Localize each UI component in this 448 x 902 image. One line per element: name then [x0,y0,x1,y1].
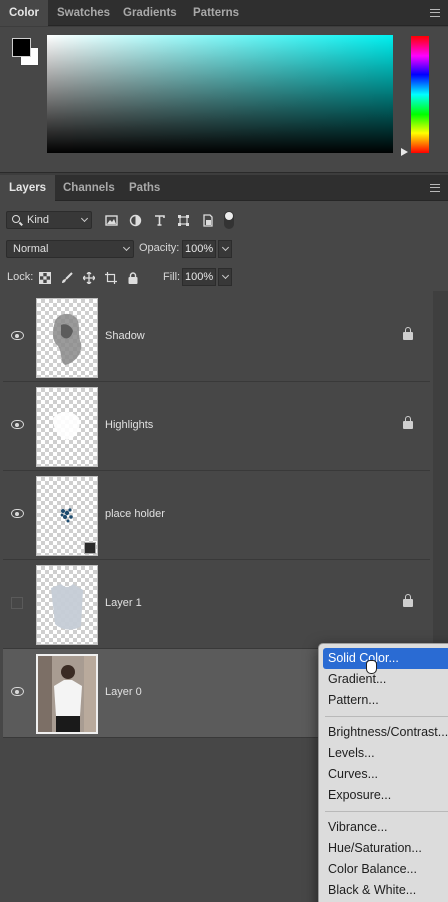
tab-paths[interactable]: Paths [120,175,169,201]
layer-thumbnail [36,387,98,467]
tab-layers[interactable]: Layers [0,175,56,201]
filter-kind-label: Kind [27,214,50,226]
adjustment-layer-filter-icon[interactable] [129,214,142,227]
layer-thumbnail [36,476,98,556]
color-spectrum-field[interactable] [47,35,393,153]
chevron-down-icon [80,214,89,223]
smart-object-badge-icon [84,542,96,554]
menu-separator [325,811,448,812]
layers-panel-tabbar: Layers Channels Paths [0,175,448,201]
chevron-down-icon [122,243,131,252]
new-adjustment-layer-menu: Solid Color... Gradient... Pattern... Br… [318,643,448,902]
tab-channels[interactable]: Channels [54,175,124,201]
fill-label: Fill: [163,271,181,283]
menu-item-black-white[interactable]: Black & White... [319,880,448,901]
hue-pointer-icon[interactable] [401,148,408,156]
visibility-eye-icon[interactable] [11,331,24,340]
layer-name[interactable]: Layer 0 [105,686,142,698]
tshirt-thumbnail [51,584,83,630]
menu-item-brightness-contrast[interactable]: Brightness/Contrast... [319,722,448,743]
tab-patterns[interactable]: Patterns [184,0,248,26]
layer-name[interactable]: place holder [105,508,165,520]
tab-gradients[interactable]: Gradients [114,0,186,26]
panel-menu-icon[interactable] [430,184,440,192]
lock-label: Lock: [7,271,34,283]
layer-name[interactable]: Highlights [105,419,153,431]
opacity-dropdown-button[interactable] [218,240,232,258]
fill-dropdown-button[interactable] [218,268,232,286]
shadow-figure-thumbnail [53,313,82,365]
menu-separator [325,716,448,717]
layer-row-shadow[interactable]: Shadow [3,293,430,382]
blend-mode-value: Normal [13,243,49,255]
opacity-input[interactable]: 100% [182,240,216,258]
panel-menu-icon[interactable] [430,9,440,17]
lock-position-move-icon[interactable] [83,272,95,284]
chevron-down-icon [221,271,230,280]
lock-transparent-pixels-icon[interactable] [39,272,51,284]
visibility-hidden-box[interactable] [11,597,23,609]
menu-item-gradient[interactable]: Gradient... [319,669,448,690]
pixel-layer-filter-icon[interactable] [105,214,118,227]
layer-thumbnail [36,298,98,378]
visibility-eye-icon[interactable] [11,687,24,696]
chevron-down-icon [221,243,230,252]
type-layer-filter-icon[interactable] [153,214,166,227]
highlights-figure-thumbnail [53,412,80,440]
menu-item-hue-saturation[interactable]: Hue/Saturation... [319,838,448,859]
tab-color[interactable]: Color [0,0,49,26]
photo-thumbnail [38,656,96,732]
menu-item-levels[interactable]: Levels... [319,743,448,764]
layer-row-layer-1[interactable]: Layer 1 [3,560,430,649]
layer-lock-icon [403,594,413,607]
visibility-eye-icon[interactable] [11,420,24,429]
layer-thumbnail [36,654,98,734]
blend-mode-select[interactable]: Normal [6,240,134,258]
search-icon [12,215,20,223]
smart-object-filter-icon[interactable] [201,214,214,227]
layer-filter-kind-select[interactable]: Kind [6,211,92,229]
tab-swatches[interactable]: Swatches [48,0,119,26]
lock-all-icon[interactable] [127,272,139,284]
foreground-color-swatch[interactable] [12,38,31,57]
layer-lock-icon [403,416,413,429]
menu-item-color-balance[interactable]: Color Balance... [319,859,448,880]
hand-pointer-cursor-icon [366,660,377,674]
color-panel [0,27,448,173]
menu-item-curves[interactable]: Curves... [319,764,448,785]
menu-item-vibrance[interactable]: Vibrance... [319,817,448,838]
menu-item-exposure[interactable]: Exposure... [319,785,448,806]
color-panel-tabbar: Color Swatches Gradients Patterns [0,0,448,26]
opacity-label: Opacity: [139,242,180,254]
filter-toggle-icon[interactable] [223,210,235,230]
layer-row-place-holder[interactable]: place holder [3,471,430,560]
menu-item-solid-color[interactable]: Solid Color... [323,648,448,669]
visibility-eye-icon[interactable] [11,509,24,518]
menu-item-pattern[interactable]: Pattern... [319,690,448,711]
lock-artboard-icon[interactable] [105,272,117,284]
layer-row-highlights[interactable]: Highlights [3,382,430,471]
layer-lock-icon [403,327,413,340]
fill-input[interactable]: 100% [182,268,216,286]
layer-name[interactable]: Shadow [105,330,145,342]
shape-layer-filter-icon[interactable] [177,214,190,227]
hue-slider[interactable] [411,36,429,153]
lock-image-pixels-brush-icon[interactable] [61,272,73,284]
layer-name[interactable]: Layer 1 [105,597,142,609]
layer-thumbnail [36,565,98,645]
